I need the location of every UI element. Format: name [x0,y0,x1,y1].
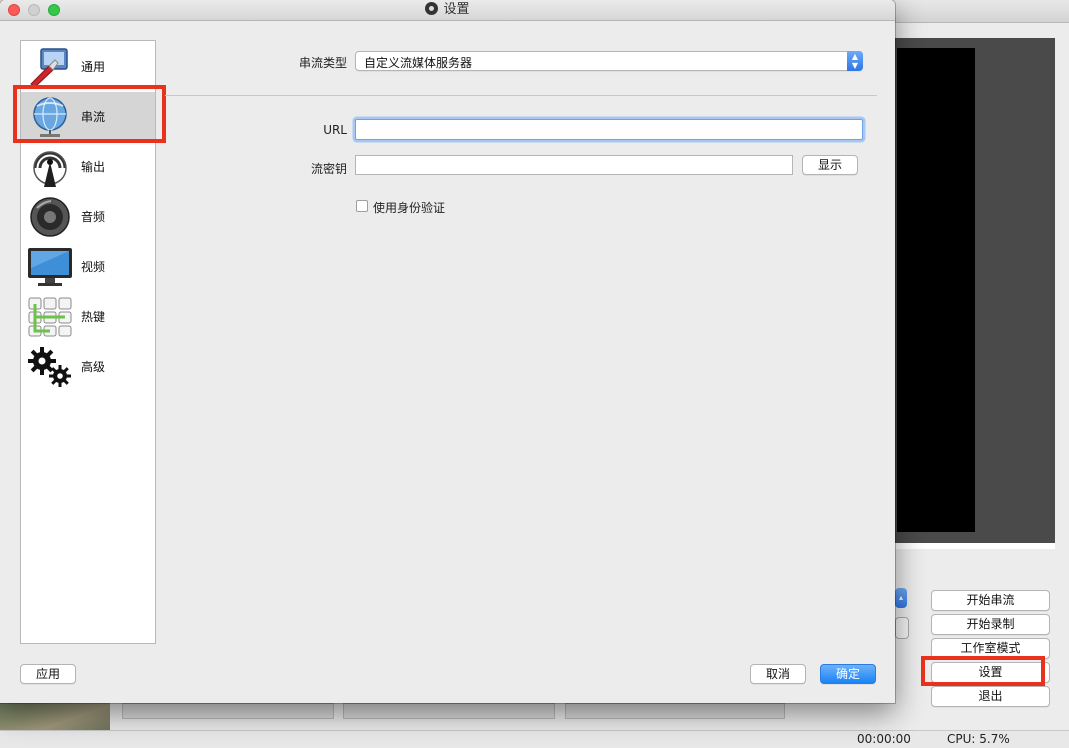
stream-key-input[interactable] [355,155,793,175]
stream-type-label: 串流类型 [298,56,347,70]
sidebar-item-hotkeys[interactable]: 热键 [21,292,155,342]
settings-dialog: 设置 通用 串流 输出 音频 视频 热键 高级 串流类型 自定义流媒体服务器 ▲… [0,0,895,703]
start-recording-button[interactable]: 开始录制 [931,614,1050,635]
cancel-button[interactable]: 取消 [750,664,806,684]
duration-stepper[interactable] [895,617,909,639]
ok-button[interactable]: 确定 [820,664,876,684]
stream-type-select[interactable]: 自定义流媒体服务器 ▲ ▼ [355,51,863,71]
sidebar-item-video[interactable]: 视频 [21,242,155,292]
start-streaming-button[interactable]: 开始串流 [931,590,1050,611]
settings-sidebar: 通用 串流 输出 音频 视频 热键 高级 [20,40,156,644]
sidebar-item-label: 视频 [81,260,106,274]
main-window-titlebar [895,0,1069,23]
stream-time: 00:00:00 [857,732,911,746]
preview-canvas [897,48,975,532]
keyboard-icon [28,297,72,337]
sidebar-item-label: 高级 [81,360,106,374]
obs-logo-icon [425,2,439,15]
stream-key-label: 流密钥 [310,162,347,176]
transition-select-arrows[interactable]: ▴ [895,588,907,608]
show-key-button[interactable]: 显示 [802,155,858,175]
scenes-dock-toolbar [122,703,334,719]
studio-mode-button[interactable]: 工作室模式 [931,638,1050,659]
apply-button[interactable]: 应用 [20,664,76,684]
sidebar-item-stream[interactable]: 串流 [21,92,155,142]
sidebar-item-label: 输出 [81,160,106,174]
url-input[interactable] [355,119,863,140]
monitor-icon [28,248,72,286]
stream-globe-icon [33,97,67,137]
use-auth-label[interactable]: 使用身份验证 [373,199,445,216]
sources-dock-toolbar [343,703,555,719]
use-auth-checkbox[interactable] [356,200,368,212]
output-broadcast-icon [33,151,67,187]
dialog-title-text: 设置 [443,2,470,17]
url-label: URL [323,123,347,137]
sidebar-item-label: 音频 [81,210,106,224]
settings-button[interactable]: 设置 [931,662,1050,683]
cpu-usage: CPU: 5.7% [947,732,1010,746]
sidebar-item-output[interactable]: 输出 [21,142,155,192]
sidebar-item-audio[interactable]: 音频 [21,192,155,242]
speaker-icon [30,197,70,237]
stream-type-value: 自定义流媒体服务器 [364,56,473,70]
preview-bottom-strip [895,543,1055,549]
sidebar-item-label: 通用 [81,60,106,74]
mixer-dock-toolbar [565,703,785,719]
general-settings-icon [30,48,68,88]
sidebar-item-general[interactable]: 通用 [21,42,155,92]
exit-button[interactable]: 退出 [931,686,1050,707]
section-divider [165,95,877,96]
gears-icon [28,347,71,387]
sidebar-item-advanced[interactable]: 高级 [21,342,155,392]
sidebar-item-label: 串流 [81,110,106,124]
sidebar-item-label: 热键 [81,310,106,324]
dialog-title: 设置 [0,0,895,20]
select-arrows-icon: ▲ ▼ [847,51,863,71]
